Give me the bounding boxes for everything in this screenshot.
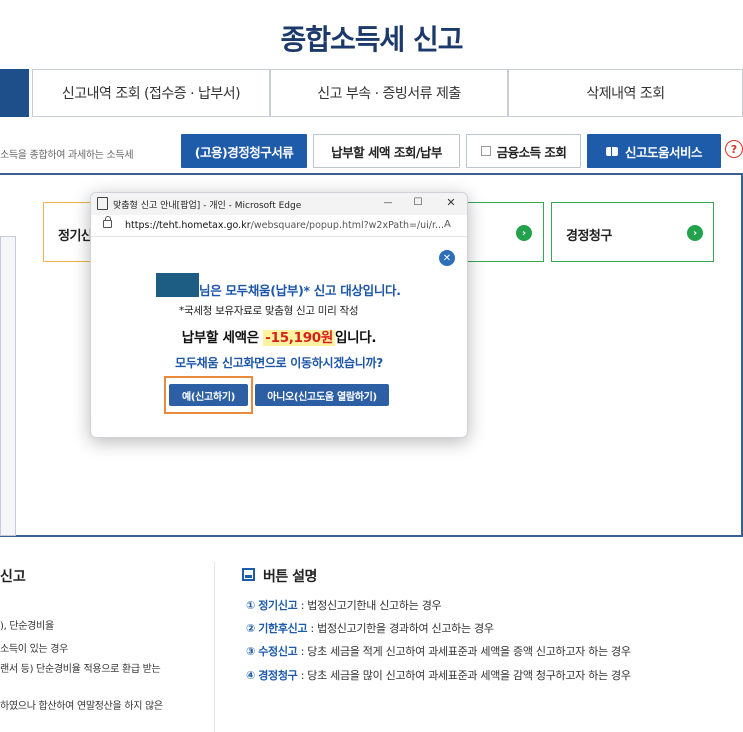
yes-file-button[interactable]: 예(신고하기) xyxy=(169,384,248,406)
tab-filing-history[interactable]: 신고내역 조회 (접수증 · 납부서) xyxy=(32,69,270,117)
popup-url: https://teht.hometax.go.kr/websquare/pop… xyxy=(125,220,445,231)
card-label: 정기신 xyxy=(58,229,93,244)
guide-item: ② 기한후신고 : 법정신고기한을 경과하여 신고하는 경우 xyxy=(246,622,494,635)
left-line: ), 단순경비율 xyxy=(0,621,54,632)
left-line: 랜서 등) 단순경비율 적용으로 환급 받는 xyxy=(0,664,161,675)
page-title: 종합소득세 신고 xyxy=(280,23,463,56)
popup-titlebar[interactable]: 맞춤형 신고 안내[팝업] - 개인 - Microsoft Edge — ☐ … xyxy=(91,193,467,215)
confirm-question: 모두채움 신고화면으로 이동하시겠습니까? xyxy=(175,356,383,370)
section-divider xyxy=(214,562,215,732)
guide-item: ③ 수정신고 : 당초 세금을 적게 신고하여 과세표준과 세액을 증액 신고하… xyxy=(246,645,631,658)
guide-item: ④ 경정청구 : 당초 세금을 많이 신고하여 과세표준과 세액을 감액 청구하… xyxy=(246,669,631,682)
read-aloud-icon[interactable]: A xyxy=(444,219,451,230)
masked-username xyxy=(156,273,199,297)
lock-icon xyxy=(103,216,112,228)
checkbox-icon xyxy=(480,146,491,156)
prefill-note: *국세청 보유자료로 맞춤형 신고 미리 작성 xyxy=(179,305,359,317)
card-label: 경정청구 xyxy=(566,229,612,244)
tab-active[interactable] xyxy=(0,69,29,117)
tax-description: 소득을 종합하여 과세하는 소득세 xyxy=(0,150,134,161)
guide-item: ① 정기신고 : 법정신고기한내 신고하는 경우 xyxy=(246,599,442,612)
info-square-icon xyxy=(242,568,255,581)
tab-deleted-history[interactable]: 삭제내역 조회 xyxy=(508,69,743,117)
left-line: 소득이 있는 경우 xyxy=(0,644,69,655)
card-correction-claim[interactable]: 경정청구 › xyxy=(551,202,714,262)
button-guide-title: 버튼 설명 xyxy=(263,569,317,585)
minimize-button[interactable]: — xyxy=(381,198,395,208)
close-icon[interactable]: ✕ xyxy=(439,250,455,266)
no-view-help-button[interactable]: 아니오(신고도움 열람하기) xyxy=(255,384,389,406)
book-icon xyxy=(605,146,618,156)
maximize-button[interactable]: ☐ xyxy=(411,197,425,208)
arrow-right-icon: › xyxy=(516,225,532,241)
page-icon xyxy=(97,197,108,210)
tax-amount-message: 납부할 세액은 -15,190원 입니다. xyxy=(181,330,377,346)
finance-income-button[interactable]: 금융소득 조회 xyxy=(466,134,581,168)
employment-correction-button[interactable]: (고용)경정청구서류 xyxy=(181,134,307,168)
side-panel xyxy=(0,236,16,536)
tab-bar: 신고내역 조회 (접수증 · 납부서) 신고 부속 · 증빙서류 제출 삭제내역… xyxy=(0,69,743,117)
left-line: 하였으나 합산하여 연말정산을 하지 않은 xyxy=(0,701,163,712)
tax-amount: -15,190원 xyxy=(263,330,336,346)
popup-window: 맞춤형 신고 안내[팝업] - 개인 - Microsoft Edge — ☐ … xyxy=(90,192,468,438)
help-service-button[interactable]: 신고도움서비스 xyxy=(587,134,721,168)
tax-lookup-button[interactable]: 납부할 세액 조회/납부 xyxy=(313,134,460,168)
arrow-right-icon: › xyxy=(687,225,703,241)
left-section-title: 신고 xyxy=(0,569,26,585)
popup-window-title: 맞춤형 신고 안내[팝업] - 개인 - Microsoft Edge xyxy=(113,201,302,211)
target-message: 님은 모두채움(납부)* 신고 대상입니다. xyxy=(199,283,401,298)
address-bar[interactable]: https://teht.hometax.go.kr/websquare/pop… xyxy=(91,215,467,237)
card-hidden-middle[interactable]: › xyxy=(455,202,544,262)
tab-attachment-submit[interactable]: 신고 부속 · 증빙서류 제출 xyxy=(270,69,508,117)
close-window-button[interactable]: ✕ xyxy=(444,196,458,209)
help-icon[interactable]: ? xyxy=(725,140,743,158)
